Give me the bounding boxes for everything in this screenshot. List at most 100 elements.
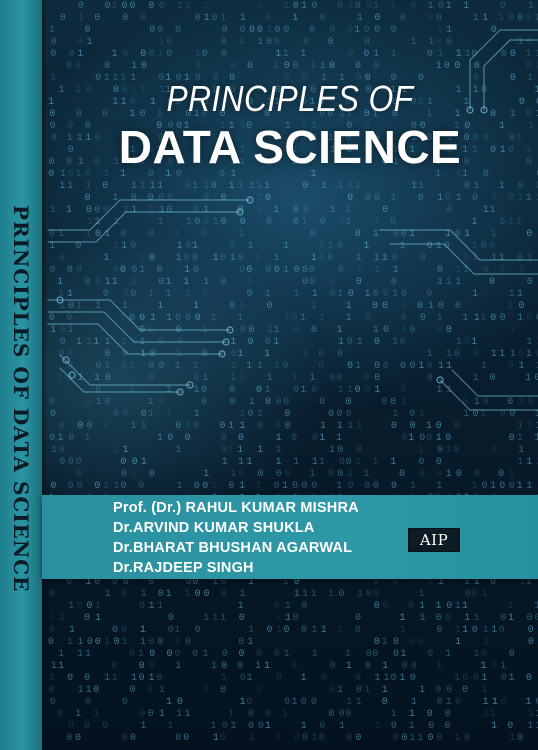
binary-digit: 0 (238, 469, 244, 480)
binary-digit: 1 (374, 385, 380, 396)
binary-digit: 0 (122, 409, 128, 420)
binary-digit: 1 (517, 313, 523, 324)
binary-digit: 0 (464, 181, 470, 192)
binary-digit: 0 (93, 685, 99, 696)
binary-digit: 1 (491, 625, 497, 636)
binary-digit: 0 (267, 301, 273, 312)
binary-digit: 1 (428, 301, 434, 312)
binary-digit: 1 (122, 301, 128, 312)
binary-digit: 0 (168, 625, 174, 636)
binary-digit: 1 (166, 697, 172, 708)
binary-digit: 0 (49, 265, 55, 276)
binary-digit: 0 (436, 457, 442, 468)
binary-digit: 0 (339, 589, 345, 600)
binary-digit: 1 (374, 265, 380, 276)
binary-digit: 1 (249, 181, 255, 192)
binary-digit: 1 (237, 313, 243, 324)
binary-digit: 0 (78, 37, 84, 48)
binary-digit: 0 (528, 637, 534, 648)
binary-digit: 0 (356, 277, 362, 288)
binary-digit: 1 (140, 625, 146, 636)
binary-digit: 1 (275, 457, 281, 468)
author-name: Dr.RAJDEEP SINGH (113, 560, 254, 576)
binary-digit: 1 (238, 181, 244, 192)
binary-digit: 1 (473, 181, 479, 192)
binary-digit: 0 (58, 421, 64, 432)
binary-digit: 1 (474, 613, 480, 624)
binary-digit: 0 (221, 49, 227, 60)
binary-digit: 1 (148, 409, 154, 420)
binary-digit: 1 (210, 721, 216, 732)
binary-digit: 1 (193, 301, 199, 312)
binary-digit: 0 (86, 205, 92, 216)
binary-digit: 0 (84, 673, 90, 684)
binary-digit: 1 (158, 217, 164, 228)
binary-digit: 0 (391, 421, 397, 432)
binary-digit: 0 (139, 661, 145, 672)
binary-digit: 0 (355, 1, 361, 12)
binary-digit: 1 (177, 241, 183, 252)
binary-digit: 0 (293, 205, 299, 216)
binary-digit: 0 (120, 229, 126, 240)
binary-digit: 1 (481, 673, 487, 684)
binary-digit: 1 (185, 421, 191, 432)
binary-digit: 0 (336, 373, 342, 384)
binary-digit: 1 (528, 709, 534, 720)
binary-digit: 1 (113, 241, 119, 252)
binary-digit: 1 (454, 733, 460, 744)
binary-digit: 0 (329, 61, 335, 72)
binary-digit: 0 (408, 601, 414, 612)
binary-digit: 1 (246, 361, 252, 372)
binary-digit: 0 (247, 289, 253, 300)
binary-digit: 0 (184, 253, 190, 264)
binary-digit: 1 (57, 277, 63, 288)
binary-digit: 1 (374, 673, 380, 684)
binary-digit: 1 (220, 13, 226, 24)
binary-digit: 1 (318, 241, 324, 252)
binary-digit: 1 (67, 637, 73, 648)
binary-digit: 1 (285, 601, 291, 612)
binary-digit: 1 (363, 241, 369, 252)
binary-digit: 0 (203, 193, 209, 204)
binary-digit: 0 (129, 1, 135, 12)
binary-digit: 1 (275, 49, 281, 60)
binary-digit: 0 (139, 313, 145, 324)
binary-digit: 0 (203, 589, 209, 600)
binary-digit: 1 (228, 709, 234, 720)
binary-digit: 0 (158, 397, 164, 408)
binary-digit: 0 (462, 685, 468, 696)
binary-digit: 1 (246, 673, 252, 684)
binary-digit: 0 (158, 193, 164, 204)
binary-digit: 0 (465, 589, 471, 600)
binary-digit: 1 (255, 253, 261, 264)
book-spine: PRINCIPLES OF DATA SCIENCE (0, 0, 42, 750)
binary-digit: 0 (374, 193, 380, 204)
binary-digit: 0 (78, 1, 84, 12)
binary-digit: 0 (301, 601, 307, 612)
binary-digit: 0 (221, 217, 227, 228)
binary-digit: 0 (66, 61, 72, 72)
binary-digit: 0 (518, 181, 524, 192)
binary-digit: 1 (402, 301, 408, 312)
binary-digit: 0 (364, 37, 370, 48)
binary-digit: 1 (58, 649, 64, 660)
binary-digit: 0 (436, 37, 442, 48)
binary-digit: 1 (48, 97, 54, 108)
binary-digit: 0 (194, 13, 200, 24)
binary-digit: 1 (320, 421, 326, 432)
binary-digit: 0 (294, 265, 300, 276)
binary-digit: 1 (302, 589, 308, 600)
binary-digit: 0 (50, 49, 56, 60)
binary-digit: 0 (418, 457, 424, 468)
binary-digit: 0 (528, 397, 534, 408)
binary-digit: 0 (51, 133, 57, 144)
binary-digit: 0 (509, 481, 515, 492)
binary-digit: 0 (363, 373, 369, 384)
binary-digit: 0 (518, 349, 524, 360)
binary-digit: 1 (130, 469, 136, 480)
binary-digit: 1 (49, 25, 55, 36)
binary-digit: 1 (67, 181, 73, 192)
binary-digit: 1 (300, 313, 306, 324)
binary-digit: 1 (446, 1, 452, 12)
binary-digit: 1 (231, 361, 237, 372)
